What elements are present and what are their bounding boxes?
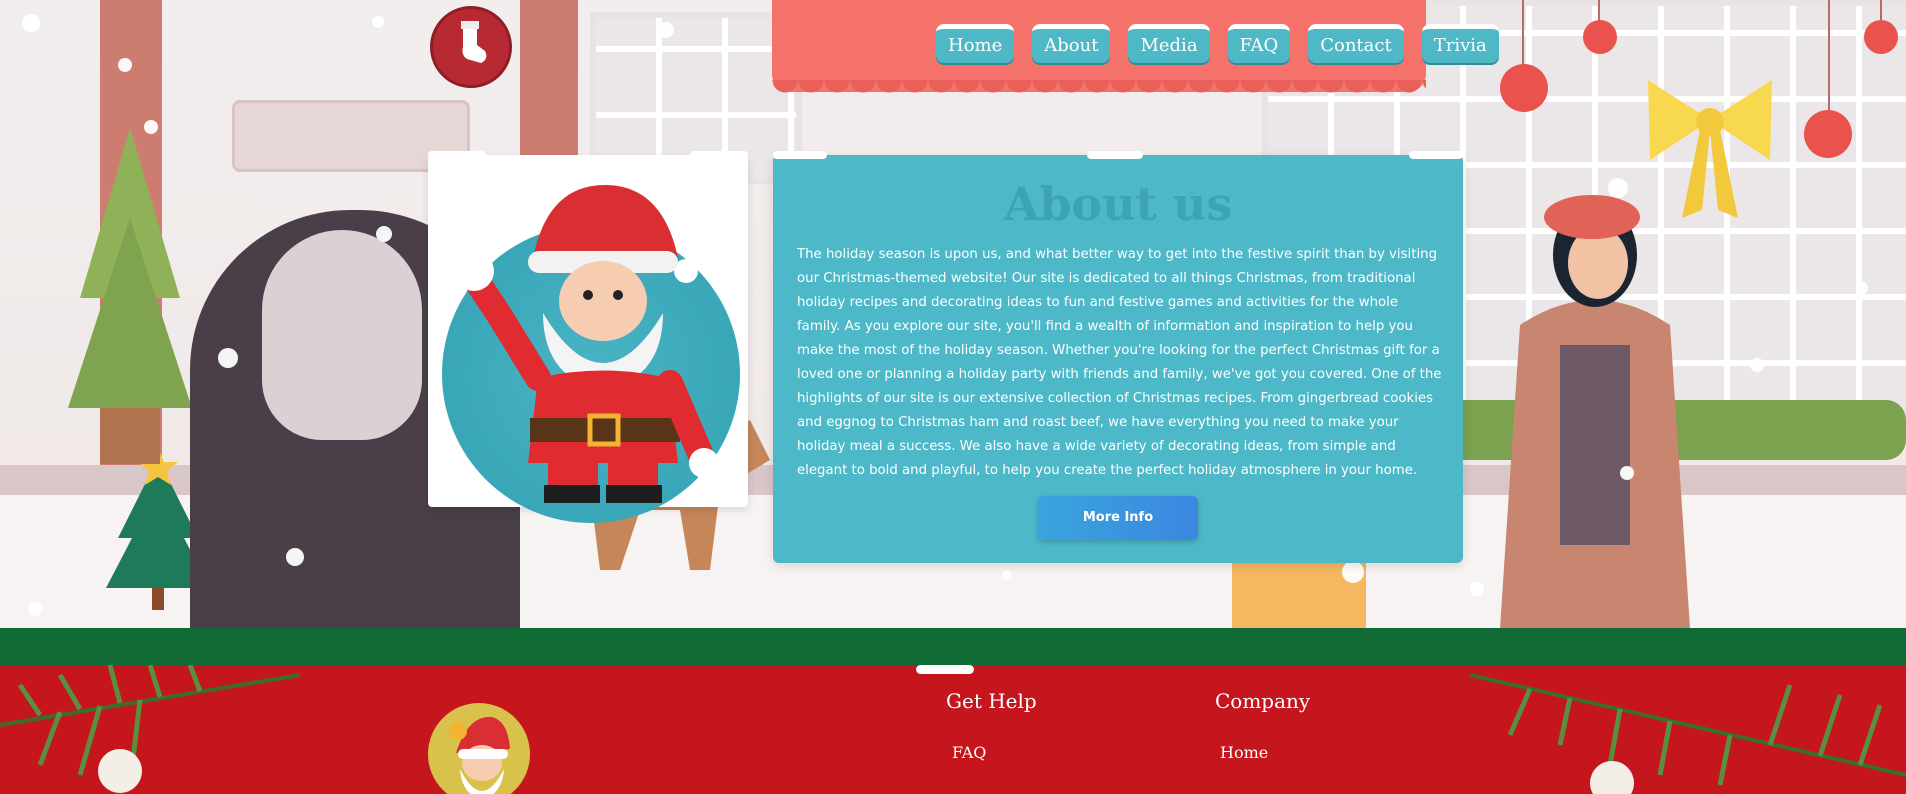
brick-pillar (520, 0, 578, 170)
person-hood (262, 230, 422, 440)
footer-link-home[interactable]: Home (1220, 743, 1268, 762)
ornament (1500, 64, 1548, 112)
topiary-tree (68, 128, 192, 464)
santa-illustration (454, 184, 719, 503)
footer: Get Help FAQ Company Home (0, 665, 1906, 794)
ornament (1583, 20, 1617, 54)
awning-trim (772, 80, 1426, 102)
footer-divider (0, 628, 1906, 665)
nav-media[interactable]: Media (1128, 24, 1210, 63)
nav-home[interactable]: Home (936, 24, 1015, 63)
nav-contact[interactable]: Contact (1308, 24, 1404, 63)
ornament (1804, 110, 1852, 158)
nav-faq[interactable]: FAQ (1227, 24, 1291, 63)
about-text: The holiday season is upon us, and what … (797, 247, 1442, 478)
about-section: About us The holiday season is upon us, … (773, 151, 1463, 563)
nav-trivia[interactable]: Trivia (1421, 24, 1499, 63)
stocking-icon (455, 21, 489, 75)
footer-heading-company: Company (1215, 689, 1311, 713)
santa-logo[interactable] (428, 703, 530, 794)
main-nav: Home About Media FAQ Contact Trivia (936, 24, 1499, 63)
more-info-button[interactable]: More Info (1038, 496, 1198, 540)
woman-illustration (1500, 195, 1690, 628)
santa-image-card (428, 151, 748, 523)
pine-branch-decoration (0, 665, 300, 793)
ornament (1864, 20, 1898, 54)
pine-branch-decoration (1470, 673, 1906, 794)
nav-about[interactable]: About (1032, 24, 1111, 63)
footer-link-faq[interactable]: FAQ (952, 743, 986, 762)
stocking-badge[interactable] (430, 6, 512, 88)
about-title: About us (1003, 177, 1233, 231)
footer-heading-get-help: Get Help (946, 689, 1037, 713)
